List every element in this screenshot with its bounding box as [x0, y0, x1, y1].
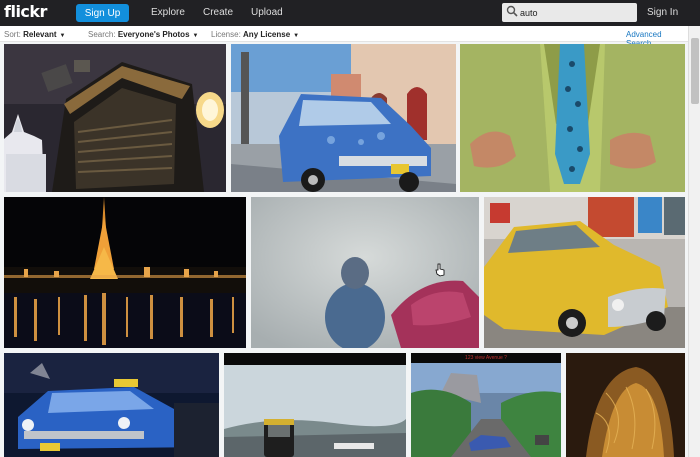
photo-avenue-blue-car [411, 353, 561, 457]
photo-tile[interactable] [4, 353, 219, 457]
photo-tile[interactable] [566, 353, 685, 457]
search-icon [506, 5, 518, 17]
photo-tuk-tuk-road [224, 353, 406, 457]
page-scrollbar[interactable] [688, 26, 700, 457]
license-value: Any License [243, 30, 291, 39]
flickr-logo[interactable]: flickr [4, 2, 47, 21]
photo-eiffel-tower-night [4, 197, 246, 348]
chevron-down-icon: ▼ [192, 33, 199, 39]
photo-yellow-vintage-car [484, 197, 685, 348]
chevron-down-icon: ▼ [293, 33, 300, 39]
license-label: License: [211, 30, 241, 39]
search-input[interactable] [520, 5, 630, 20]
filter-bar: Sort: Relevant ▼ Search: Everyone's Photo… [0, 26, 688, 48]
photo-blue-vintage-car [231, 44, 456, 192]
sort-label: Sort: [4, 30, 21, 39]
sign-up-button[interactable]: Sign Up [76, 4, 129, 22]
photo-tile[interactable]: 123 view Avenue ? [411, 353, 561, 457]
nav-explore[interactable]: Explore [151, 7, 185, 18]
photo-blue-taxi-car [4, 353, 219, 457]
license-dropdown[interactable]: License: Any License ▼ [211, 30, 299, 39]
photo-night-kiosk-cathedral [4, 44, 226, 192]
hand-pointer-icon [435, 263, 445, 277]
search-box[interactable] [502, 3, 637, 22]
photo-tile[interactable] [460, 44, 685, 192]
sort-dropdown[interactable]: Sort: Relevant ▼ [4, 30, 65, 39]
photo-tile[interactable] [484, 197, 685, 348]
search-scope-dropdown[interactable]: Search: Everyone's Photos ▼ [88, 30, 198, 39]
top-navigation-bar: flickr Sign Up Explore Create Upload Sig… [0, 0, 700, 26]
nav-upload[interactable]: Upload [251, 7, 283, 18]
photo-tile[interactable] [4, 44, 226, 192]
photo-tile[interactable] [4, 197, 246, 348]
photo-green-suit-tie [460, 44, 685, 192]
photo-caption: 123 view Avenue ? [465, 355, 507, 361]
sort-value: Relevant [23, 30, 57, 39]
photo-tile[interactable] [224, 353, 406, 457]
nav-create[interactable]: Create [203, 7, 233, 18]
photo-tile[interactable] [231, 44, 456, 192]
chevron-down-icon: ▼ [59, 33, 66, 39]
scrollbar-thumb[interactable] [691, 38, 699, 104]
search-scope-value: Everyone's Photos [117, 30, 190, 39]
sign-in-link[interactable]: Sign In [647, 7, 678, 18]
search-scope-label: Search: [88, 30, 116, 39]
photo-golden-portrait [566, 353, 685, 457]
